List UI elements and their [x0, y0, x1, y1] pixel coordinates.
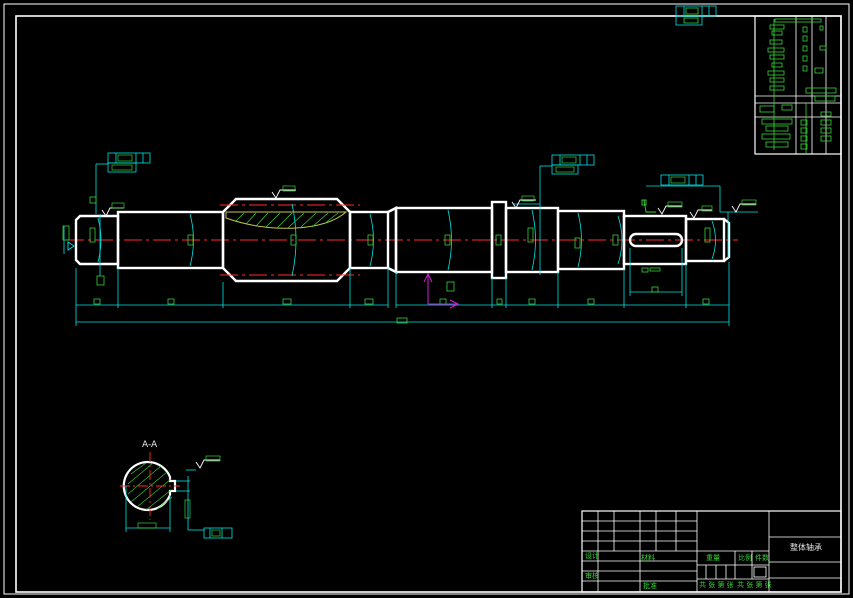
- outer-border: [3, 3, 850, 595]
- title-row-design: 设计: [585, 552, 599, 560]
- title-label-scale: 比例: [738, 554, 752, 562]
- title-label-qty: 件数: [755, 554, 769, 562]
- dimension-text-marks: [62, 196, 711, 324]
- title-sheet-info: 共 张 第 张: [699, 581, 734, 589]
- roughness-values: [111, 185, 757, 462]
- title-label-material: 材料: [641, 554, 655, 562]
- title-row-approve: 批准: [643, 582, 657, 590]
- cad-drawing-canvas: [3, 3, 850, 595]
- parts-table-marks: [759, 18, 837, 154]
- section-view: [120, 452, 204, 532]
- title-sheet-info-2: 共 张 第 张: [737, 581, 772, 589]
- surface-roughness-symbols: [101, 189, 756, 469]
- section-outline: [122, 460, 177, 512]
- gear-section-hatch: [225, 211, 348, 229]
- section-view-label: A-A: [142, 440, 158, 450]
- drawing-name: 整体轴承: [790, 543, 822, 552]
- datum-marks: [67, 199, 656, 251]
- title-row-check: 审核: [585, 572, 599, 580]
- title-label-weight: 重量: [706, 554, 720, 562]
